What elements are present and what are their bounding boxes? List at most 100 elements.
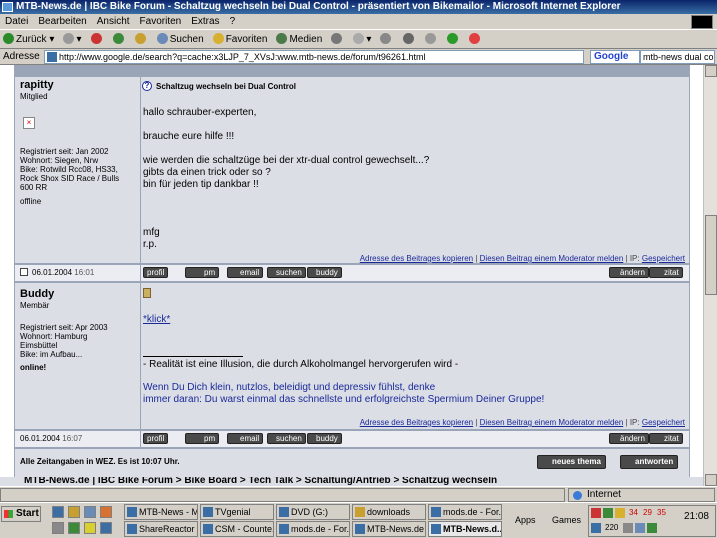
post2-date: 06.01.2004 16:07 [20,434,82,443]
task-csm[interactable]: CSM - Counte... [200,521,274,537]
home-button[interactable] [132,32,151,48]
messenger-button[interactable] [444,32,463,48]
ebay-button[interactable] [466,32,485,48]
post1-email-button[interactable]: email [227,267,264,278]
post2-suchen-button[interactable]: suchen [267,433,306,444]
post1-user-info: Registriert seit: Jan 2002 Wohnort: Sieg… [20,147,120,192]
scroll-down-arrow-icon[interactable] [705,474,717,486]
task-mtb-news-2[interactable]: MTB-News.de ... [352,521,426,537]
vertical-scrollbar[interactable] [703,65,717,486]
address-input[interactable]: http://www.google.de/search?q=cache:x3LJ… [44,50,584,64]
post2-klick-link[interactable]: *klick* [143,314,170,326]
post1-date: 06.01.2004 16:01 [20,268,94,277]
post1-profil-button[interactable]: profil [143,267,169,278]
games-toolbar-label[interactable]: Games [552,515,581,525]
quicklaunch-app4-icon[interactable] [100,522,112,534]
history-button[interactable] [328,32,347,48]
menu-bearbeiten[interactable]: Bearbeiten [33,14,91,29]
ie-icon [279,524,289,534]
quicklaunch-app2-icon[interactable] [68,522,80,534]
post2-footer-left: 06.01.2004 16:07 [15,431,140,447]
quicklaunch-app3-icon[interactable] [84,522,96,534]
post1-pm-button[interactable]: pm [185,267,220,278]
post1-report-link[interactable]: Diesen Beitrag einem Moderator melden [480,254,624,263]
search-button[interactable]: Suchen [154,32,207,48]
google-toolbar-button[interactable]: Google [590,50,640,64]
ie-icon [355,524,365,534]
google-search-input[interactable]: mtb-news dual cont [640,50,715,64]
post1-suchen-button[interactable]: suchen [267,267,306,278]
tray-icon-1[interactable] [591,508,601,518]
window-title-bar: MTB-News.de | IBC Bike Forum - Schaltzug… [0,0,717,14]
mail-button[interactable]: ▾ [350,32,374,48]
apps-toolbar-label[interactable]: Apps [515,515,536,525]
refresh-icon [112,33,124,44]
task-mtb-news-1[interactable]: MTB-News - M... [124,504,198,520]
menu-bar: Datei Bearbeiten Ansicht Favoriten Extras? [0,14,717,30]
quicklaunch-app1-icon[interactable] [52,522,64,534]
post2-ip-link[interactable]: Gespeichert [642,418,685,427]
forward-button[interactable]: ▾ [60,32,84,48]
favorites-button[interactable]: Favoriten [210,32,271,48]
print-button[interactable] [377,32,396,48]
post1-username[interactable]: rapitty [20,79,54,91]
post1-copy-link[interactable]: Adresse des Beitrages kopieren [360,254,473,263]
start-button[interactable]: Start [1,506,41,522]
post1-buddy-button[interactable]: buddy [307,267,342,278]
task-mods-2[interactable]: mods.de - For... [276,521,350,537]
post2-report-link[interactable]: Diesen Beitrag einem Moderator melden [480,418,624,427]
task-label: MTB-News.de ... [367,524,425,534]
post2-zitat-button[interactable]: zitat [649,433,683,444]
post2-email-button[interactable]: email [227,433,264,444]
tray-icon-3[interactable] [615,508,625,518]
network-icon[interactable] [647,523,657,533]
tray-icon-4[interactable] [591,523,601,533]
clock[interactable]: 21:08 [684,511,709,522]
quicklaunch-media-icon[interactable] [100,506,112,518]
task-mods-1[interactable]: mods.de - For... [428,504,502,520]
post1-aendern-button[interactable]: ändern [609,267,649,278]
reply-button[interactable]: antworten [620,455,679,469]
task-dvd[interactable]: DVD (G:) [276,504,350,520]
scroll-thumb[interactable] [705,215,717,295]
post2-copy-link[interactable]: Adresse des Beitrages kopieren [360,418,473,427]
ebay-icon [468,33,480,44]
menu-ansicht[interactable]: Ansicht [92,14,135,29]
scroll-up-arrow-icon[interactable] [705,65,717,77]
menu-extras[interactable]: Extras [186,14,224,29]
menu-help[interactable]: ? [225,14,241,29]
quicklaunch-folder-icon[interactable] [68,506,80,518]
refresh-button[interactable] [110,32,129,48]
tray-icon-2[interactable] [603,508,613,518]
edit-button[interactable] [400,32,419,48]
post2-pm-button[interactable]: pm [185,433,220,444]
new-thread-button[interactable]: neues thema [537,455,606,469]
task-sharereactor[interactable]: ShareReactor ... [124,521,198,537]
post2-profil-button[interactable]: profil [143,433,169,444]
post2-actions: Adresse des Beitrages kopieren | Diesen … [359,418,685,427]
tray-icon-5[interactable] [623,523,633,533]
quicklaunch-ie-icon[interactable] [52,506,64,518]
back-button[interactable]: Zurück ▾ [0,32,57,48]
post-icon [20,268,28,276]
task-tvgenial[interactable]: TVgenial [200,504,274,520]
post2-username[interactable]: Buddy [20,288,54,300]
search-label: Suchen [169,34,204,45]
task-downloads[interactable]: downloads [352,504,426,520]
post2-buddy-button[interactable]: buddy [307,433,342,444]
task-mtb-news-active[interactable]: MTB-News.d... [428,521,502,537]
speaker-icon[interactable] [635,523,645,533]
status-bar: Internet [0,486,717,502]
post2-aendern-button[interactable]: ändern [609,433,649,444]
quicklaunch-desktop-icon[interactable] [84,506,96,518]
stop-button[interactable] [88,32,107,48]
post1-ip-link[interactable]: Gespeichert [642,254,685,263]
favorites-label: Favoriten [225,34,268,45]
discuss-button[interactable] [422,32,441,48]
post1-zitat-button[interactable]: zitat [649,267,683,278]
menu-datei[interactable]: Datei [0,14,33,29]
media-button[interactable]: Medien [273,32,325,48]
status-zone: Internet [568,488,715,502]
menu-favoriten[interactable]: Favoriten [135,14,187,29]
post2-user-info: Registriert seit: Apr 2003 Wohnort: Hamb… [20,323,108,359]
